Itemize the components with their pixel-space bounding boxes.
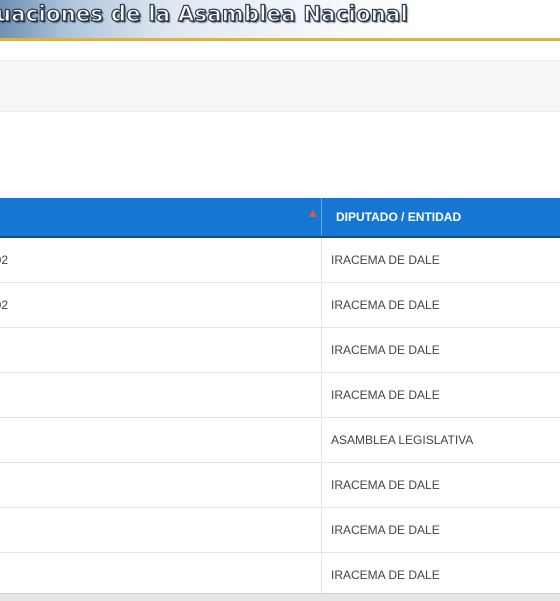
site-banner: uaciones de la Asamblea Nacional: [0, 0, 560, 38]
banner-title: uaciones de la Asamblea Nacional: [0, 2, 408, 26]
table-cell: 002: [0, 283, 322, 328]
table-cell: [0, 328, 322, 373]
column-header-diputado-entidad[interactable]: DIPUTADO / ENTIDAD: [322, 198, 560, 237]
table-row[interactable]: IRACEMA DE DALE: [0, 463, 560, 508]
table-cell-diputado: IRACEMA DE DALE: [322, 553, 560, 598]
table-header-row: DIPUTADO / ENTIDAD: [0, 198, 560, 237]
table-cell: [0, 508, 322, 553]
cell-text: 002: [0, 298, 321, 312]
table-cell: [0, 373, 322, 418]
table-cell-diputado: IRACEMA DE DALE: [322, 237, 560, 283]
table-row[interactable]: 002 IRACEMA DE DALE: [0, 237, 560, 283]
results-table: DIPUTADO / ENTIDAD 002 IRACEMA DE DALE 0…: [0, 198, 560, 598]
table-cell-diputado: ASAMBLEA LEGISLATIVA: [322, 418, 560, 463]
table-row[interactable]: IRACEMA DE DALE: [0, 508, 560, 553]
table-cell-diputado: IRACEMA DE DALE: [322, 508, 560, 553]
table-row[interactable]: 002 IRACEMA DE DALE: [0, 283, 560, 328]
table-row[interactable]: IRACEMA DE DALE: [0, 553, 560, 598]
table-cell-diputado: IRACEMA DE DALE: [322, 283, 560, 328]
table-cell: 002: [0, 237, 322, 283]
table-cell-diputado: IRACEMA DE DALE: [322, 373, 560, 418]
table-row[interactable]: IRACEMA DE DALE: [0, 328, 560, 373]
table-cell: [0, 463, 322, 508]
cell-text: 002: [0, 253, 321, 267]
toolbar-bar: [0, 60, 560, 112]
column-header-first[interactable]: [0, 198, 322, 237]
table-cell-diputado: IRACEMA DE DALE: [322, 463, 560, 508]
table-cell: [0, 553, 322, 598]
sort-ascending-icon[interactable]: [309, 210, 317, 217]
table-cell-diputado: IRACEMA DE DALE: [322, 328, 560, 373]
table-cell: [0, 418, 322, 463]
table-row[interactable]: ASAMBLEA LEGISLATIVA: [0, 418, 560, 463]
table-row[interactable]: IRACEMA DE DALE: [0, 373, 560, 418]
banner-divider: [0, 38, 560, 41]
